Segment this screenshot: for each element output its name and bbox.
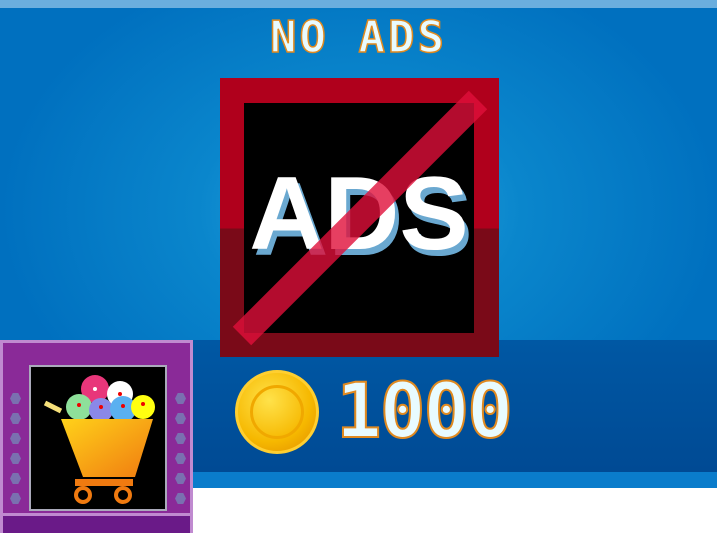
- price-amount[interactable]: 1000: [335, 365, 514, 456]
- bolt-icon: [10, 413, 21, 424]
- top-strip: [0, 0, 717, 8]
- bolt-icon: [175, 493, 186, 504]
- bolt-icon: [10, 393, 21, 404]
- bolt-icon: [10, 493, 21, 504]
- shop-screen: [29, 365, 167, 511]
- shop-button[interactable]: [0, 340, 193, 533]
- bolt-icon: [175, 393, 186, 404]
- coin-icon: [235, 370, 319, 454]
- bolt-icon: [175, 413, 186, 424]
- no-ads-icon[interactable]: ADS: [220, 78, 499, 357]
- bolt-icon: [175, 453, 186, 464]
- bolt-icon: [10, 433, 21, 444]
- bolt-icon: [175, 433, 186, 444]
- page-title: NO ADS: [269, 11, 447, 64]
- prohibited-slash-icon: [232, 90, 488, 346]
- bolt-icon: [175, 473, 186, 484]
- shopping-cart-icon: [43, 375, 155, 504]
- bolt-icon: [10, 453, 21, 464]
- shop-frame-top: [3, 343, 190, 363]
- bolt-icon: [10, 473, 21, 484]
- shop-frame-bottom: [3, 513, 190, 533]
